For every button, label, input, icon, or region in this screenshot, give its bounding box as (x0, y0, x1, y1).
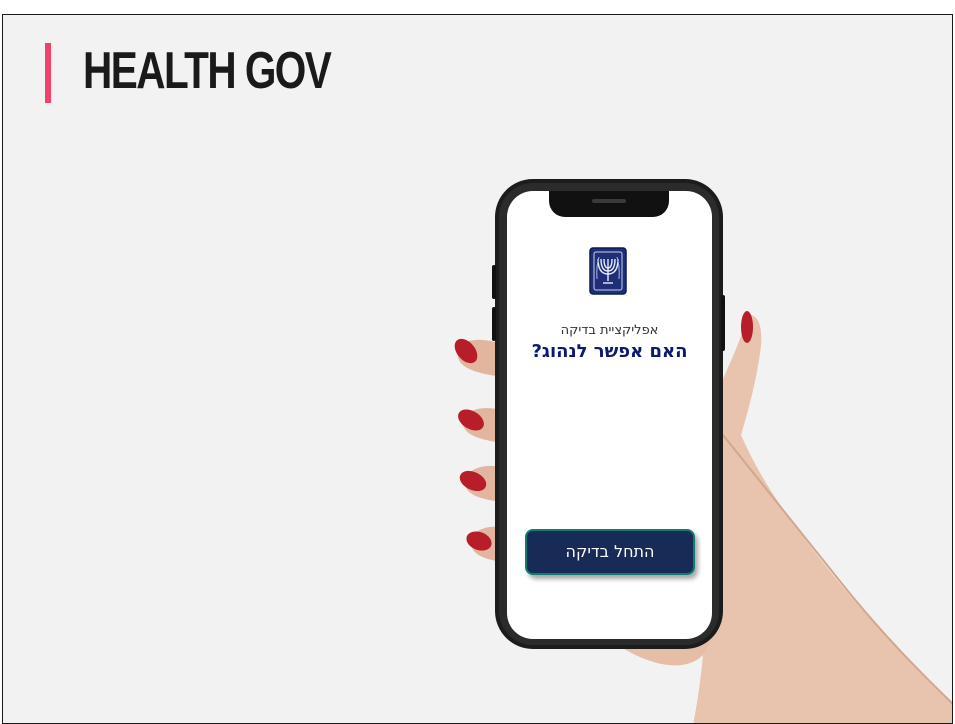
start-test-button[interactable]: התחל בדיקה (525, 529, 695, 575)
app-heading: האם אפשר לנהוג? (531, 341, 688, 362)
app-subtitle: אפליקציית בדיקה (560, 323, 659, 338)
hand-holding-phone-illustration (454, 179, 952, 723)
phone-notch (549, 191, 669, 217)
phone-screen: אפליקציית בדיקה האם אפשר לנהוג? התחל בדי… (507, 191, 712, 639)
state-emblem-icon (589, 247, 627, 295)
slide: HEALTH GOV אפליקציית בדיקה האם אפשר לנהו… (2, 14, 953, 724)
speaker-icon (592, 199, 626, 203)
